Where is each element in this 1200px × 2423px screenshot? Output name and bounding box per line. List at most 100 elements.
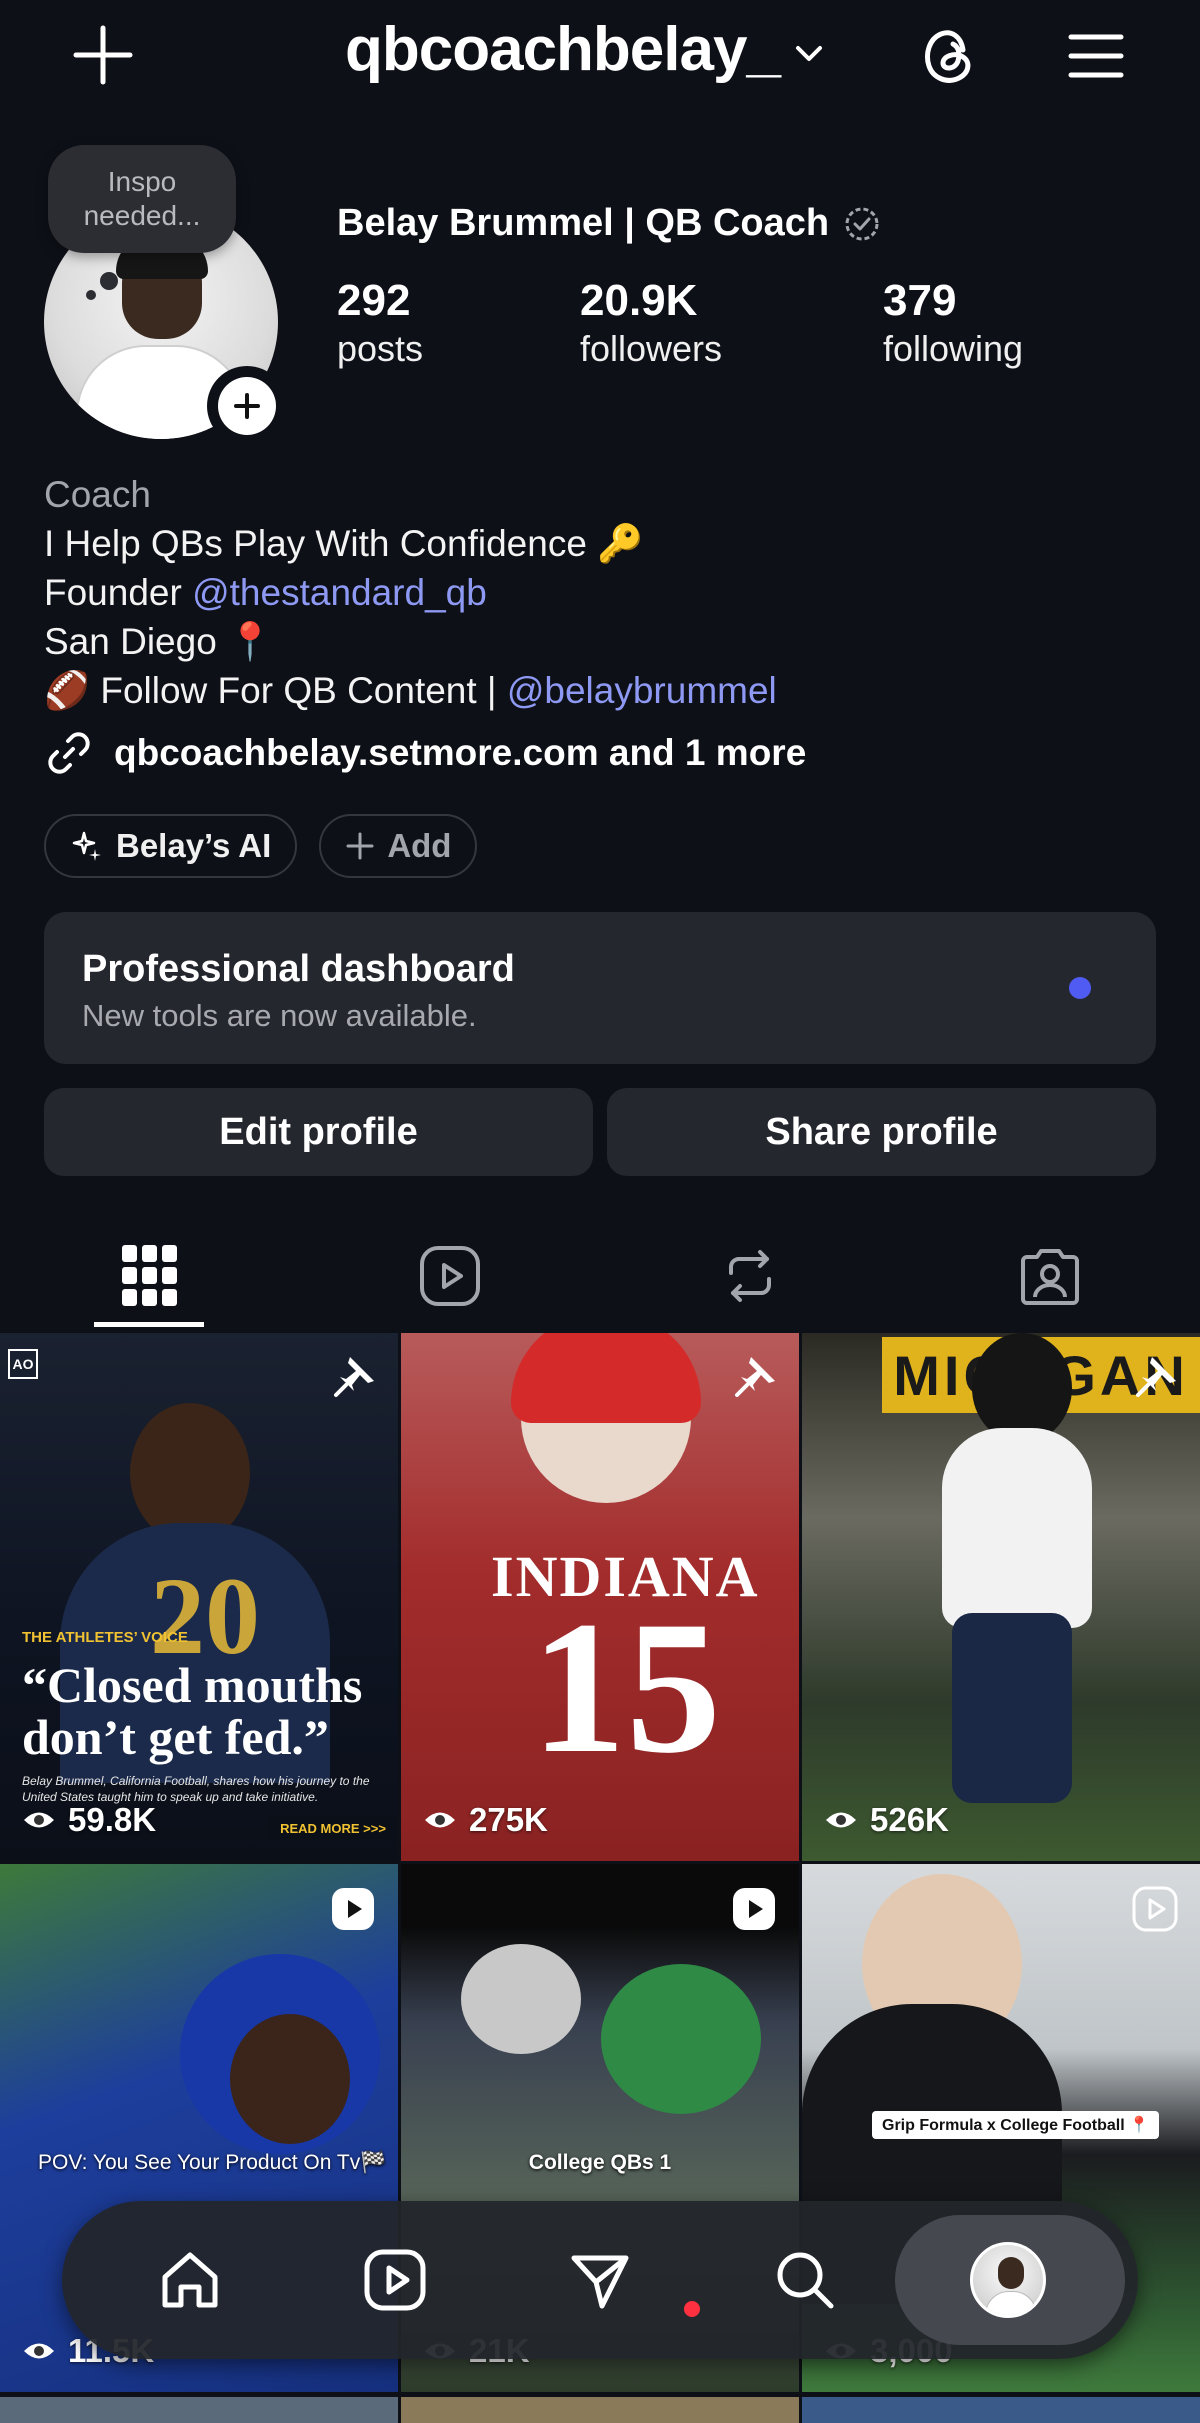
menu-hamburger-icon[interactable] [1065, 25, 1127, 87]
bio-line-3: San Diego 📍 [44, 621, 274, 662]
grid-post-partial[interactable] [0, 2397, 398, 2423]
message-notification-dot [684, 2301, 700, 2317]
view-count: 59.8K [22, 1801, 156, 1839]
note-bubble[interactable]: Inspo needed... [48, 145, 236, 253]
view-count: 275K [423, 1801, 548, 1839]
reel-caption: College QBs 1 [528, 2151, 672, 2174]
views-eye-icon [24, 2343, 54, 2359]
stat-following-label: following [883, 328, 1024, 369]
views-eye-icon [24, 1812, 54, 1828]
stat-posts-label: posts [337, 328, 424, 369]
view-count-value: 59.8K [68, 1801, 157, 1838]
nav-home[interactable] [140, 2230, 240, 2330]
edit-profile-button[interactable]: Edit profile [44, 1088, 593, 1176]
views-eye-icon [826, 1812, 856, 1828]
tagged-icon [1021, 1249, 1079, 1305]
grid-post-partial[interactable] [802, 2397, 1200, 2423]
pin-icon [334, 1357, 374, 1397]
professional-dashboard-card[interactable]: Professional dashboard New tools are now… [44, 912, 1156, 1064]
bio-line-4: 🏈 Follow For QB Content | @belaybrummel [44, 666, 1164, 715]
nav-avatar-head [998, 2257, 1024, 2289]
tab-reels[interactable] [300, 1220, 600, 1332]
player-figure-helmet [972, 1333, 1072, 1443]
nav-messages[interactable] [550, 2230, 650, 2330]
search-icon [777, 2252, 834, 2309]
bio-line-2: Founder @thestandard_qb [44, 568, 1164, 617]
home-icon [162, 2252, 218, 2308]
direct-message-icon [571, 2255, 629, 2309]
chevron-down-icon [795, 45, 822, 61]
grid-post-3[interactable]: MICHGAN 526K [802, 1333, 1200, 1861]
account-switcher[interactable]: qbcoachbelay_ [345, 14, 826, 85]
verified-badge-icon[interactable] [843, 205, 881, 243]
profile-chips: Belay’s AI Add [44, 814, 478, 878]
ai-chip-label: Belay’s AI [116, 827, 272, 864]
mention-link-thestandard[interactable]: @thestandard_qb [192, 572, 487, 613]
add-chip-label: Add [387, 827, 452, 864]
pin-icon [735, 1357, 775, 1397]
stat-followers[interactable]: 20.9K followers [580, 275, 722, 371]
plus-icon [346, 832, 374, 860]
create-plus-icon[interactable] [70, 22, 136, 88]
mention-link-belaybrummel[interactable]: @belaybrummel [507, 670, 777, 711]
add-chip[interactable]: Add [319, 814, 478, 878]
add-story-button[interactable] [207, 366, 287, 446]
nav-reels[interactable] [345, 2230, 445, 2330]
reel-indicator-icon [733, 1888, 775, 1930]
tab-reposts[interactable] [600, 1220, 900, 1332]
tab-tagged[interactable] [900, 1220, 1200, 1332]
reels-nav-icon [364, 2249, 426, 2311]
sparkle-ai-icon [72, 831, 101, 861]
player-figure-helmet-2 [461, 1944, 581, 2054]
display-name-row: Belay Brummel | QB Coach [337, 202, 881, 245]
grid-post-partial[interactable] [401, 2397, 799, 2423]
stat-following[interactable]: 379 following [883, 275, 1023, 371]
grid-next-row [0, 2397, 1200, 2423]
note-line-1: Inspo [107, 166, 177, 197]
athletes-voice-label: THE ATHLETES’ VOICE [22, 1629, 188, 1646]
link-chain-icon [48, 732, 90, 774]
bio-line-4-prefix: 🏈 Follow For QB Content | [44, 670, 507, 711]
ai-chip[interactable]: Belay’s AI [44, 814, 298, 878]
profile-tabs [0, 1220, 1200, 1332]
dashboard-title: Professional dashboard [82, 948, 515, 990]
note-bubble-tail-small [86, 290, 96, 300]
views-eye-icon [425, 1812, 455, 1828]
threads-icon[interactable] [915, 20, 985, 90]
nav-avatar-body [985, 2291, 1037, 2315]
bio-line-2-prefix: Founder [44, 572, 193, 613]
reposts-icon [729, 1250, 771, 1302]
reel-indicator-icon [1132, 1886, 1178, 1932]
add-story-badge [218, 377, 276, 435]
bio-line-1: I Help QBs Play With Confidence 🔑 [44, 523, 644, 564]
display-name: Belay Brummel | QB Coach [337, 202, 830, 244]
player-figure-pants [952, 1613, 1072, 1803]
dashboard-subtitle: New tools are now available. [82, 998, 477, 1033]
grid-icon [122, 1245, 177, 1306]
note-line-2: needed... [83, 200, 201, 231]
player-figure-face [230, 2014, 350, 2144]
username: qbcoachbelay_ [345, 15, 781, 84]
tab-posts-grid[interactable] [0, 1220, 300, 1332]
bio: Coach I Help QBs Play With Confidence 🔑 … [44, 470, 1164, 715]
grid-post-1[interactable]: AO 20 THE ATHLETES’ VOICE “Closed mouths… [0, 1333, 398, 1861]
player-figure-head [130, 1403, 250, 1543]
read-more-tag: READ MORE >>> [268, 1817, 398, 1839]
top-bar: qbcoachbelay_ [0, 0, 1200, 110]
player-figure-helmet [601, 1964, 761, 2114]
stat-posts-value: 292 [337, 276, 411, 325]
bio-category: Coach [44, 474, 151, 515]
bio-links[interactable]: qbcoachbelay.setmore.com and 1 more [44, 728, 806, 778]
share-profile-button[interactable]: Share profile [607, 1088, 1156, 1176]
profile-avatar-icon[interactable] [970, 2242, 1046, 2318]
nav-search[interactable] [755, 2230, 855, 2330]
grid-post-2[interactable]: INDIANA 15 275K [401, 1333, 799, 1861]
stat-followers-label: followers [580, 328, 723, 369]
reel-indicator-icon [332, 1888, 374, 1930]
reel-caption: Grip Formula x College Football 📍 [872, 2111, 1160, 2139]
bio-link-text: qbcoachbelay.setmore.com and 1 more [114, 732, 807, 773]
view-count-value: 526K [870, 1801, 949, 1838]
player-figure-helmet [511, 1333, 701, 1423]
stat-posts[interactable]: 292 posts [337, 275, 423, 371]
note-bubble-tail [100, 272, 118, 290]
